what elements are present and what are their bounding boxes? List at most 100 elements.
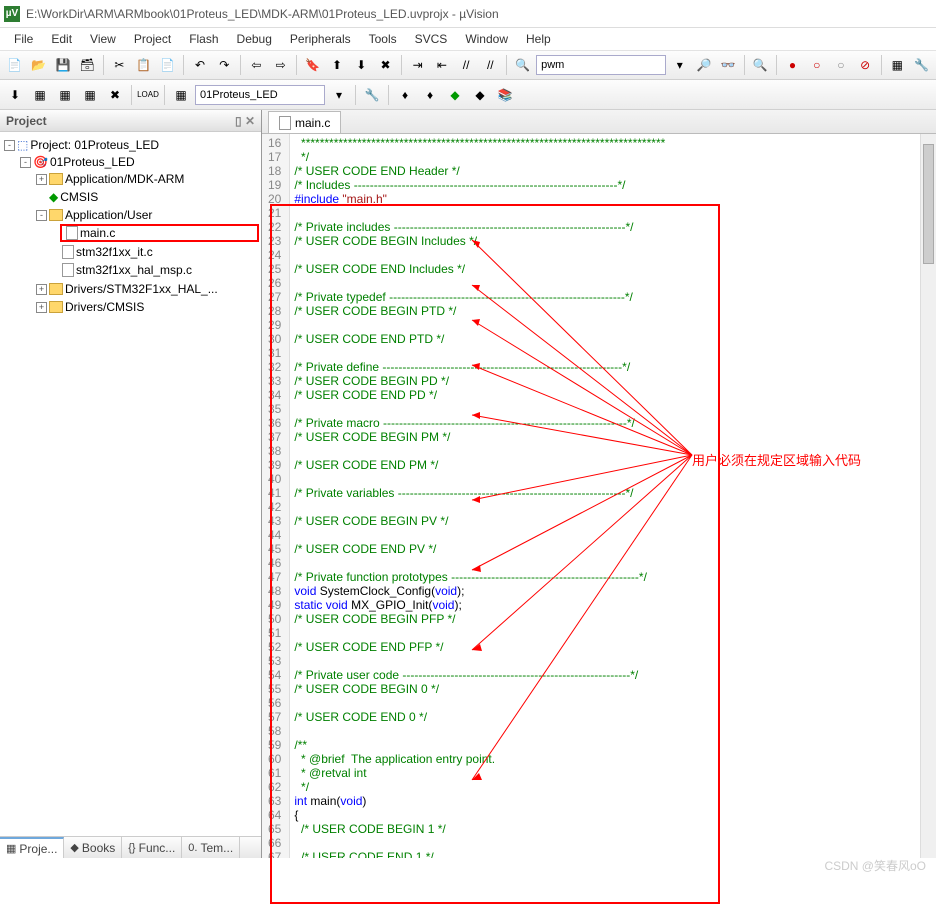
config-button[interactable]: 🔧 bbox=[911, 54, 932, 76]
new-button[interactable]: 📄 bbox=[4, 54, 25, 76]
target-dropdown[interactable]: ▾ bbox=[328, 84, 350, 106]
window-title: E:\WorkDir\ARM\ARMbook\01Proteus_LED\MDK… bbox=[26, 7, 499, 21]
bookmark-clear-button[interactable]: ✖ bbox=[375, 54, 396, 76]
separator bbox=[388, 85, 389, 105]
find-input[interactable] bbox=[536, 55, 666, 75]
paste-button[interactable]: 📄 bbox=[157, 54, 178, 76]
menu-help[interactable]: Help bbox=[518, 30, 559, 48]
tab-templates[interactable]: 0. Tem... bbox=[182, 837, 240, 858]
open-button[interactable]: 📂 bbox=[28, 54, 49, 76]
tab-project[interactable]: ▦ Proje... bbox=[0, 837, 64, 858]
expand-icon[interactable]: - bbox=[20, 157, 31, 168]
debug-button[interactable]: 🔍 bbox=[750, 54, 771, 76]
breakpoint-kill-button[interactable]: ⊘ bbox=[855, 54, 876, 76]
file-icon bbox=[62, 263, 74, 277]
manage-button[interactable]: ♦ bbox=[394, 84, 416, 106]
options-button[interactable]: 🔧 bbox=[361, 84, 383, 106]
menu-debug[interactable]: Debug bbox=[229, 30, 280, 48]
menu-peripherals[interactable]: Peripherals bbox=[282, 30, 359, 48]
vertical-scrollbar[interactable] bbox=[920, 134, 936, 858]
unindent-button[interactable]: ⇤ bbox=[431, 54, 452, 76]
file-icon bbox=[279, 116, 291, 130]
tree-file-it[interactable]: stm32f1xx_it.c bbox=[60, 244, 259, 260]
separator bbox=[776, 55, 777, 75]
group-label: Drivers/CMSIS bbox=[65, 300, 144, 314]
file-label: stm32f1xx_it.c bbox=[76, 245, 153, 259]
breakpoint-disable-button[interactable]: ○ bbox=[830, 54, 851, 76]
bookmark-button[interactable]: 🔖 bbox=[302, 54, 323, 76]
indent-button[interactable]: ⇥ bbox=[407, 54, 428, 76]
expand-icon[interactable]: - bbox=[36, 210, 47, 221]
bookmark-prev-button[interactable]: ⬆ bbox=[326, 54, 347, 76]
tree-file-main[interactable]: main.c bbox=[60, 224, 259, 242]
expand-icon[interactable]: + bbox=[36, 174, 47, 185]
separator bbox=[506, 55, 507, 75]
tree-group-cmsis[interactable]: ◆ CMSIS bbox=[34, 189, 259, 205]
annotation-text: 用户必须在规定区域输入代码 bbox=[692, 450, 861, 469]
save-all-button[interactable]: 🗃 bbox=[77, 54, 98, 76]
build-button[interactable]: ▦ bbox=[29, 84, 51, 106]
tree-group-drivers-cmsis[interactable]: + Drivers/CMSIS bbox=[34, 299, 259, 315]
code-editor[interactable]: 1617181920212223242526272829303132333435… bbox=[262, 134, 936, 858]
books-button[interactable]: 📚 bbox=[494, 84, 516, 106]
breakpoint-enable-button[interactable]: ○ bbox=[806, 54, 827, 76]
folder-icon bbox=[49, 173, 63, 185]
save-button[interactable]: 💾 bbox=[52, 54, 73, 76]
expand-icon[interactable]: - bbox=[4, 140, 15, 151]
redo-button[interactable]: ↷ bbox=[214, 54, 235, 76]
toolbar-build: ⬇ ▦ ▦ ▦ ✖ LOAD ▦ ▾ 🔧 ♦ ♦ ◆ ◆ 📚 bbox=[0, 80, 936, 110]
find-in-files-button[interactable]: 🔎 bbox=[693, 54, 714, 76]
menu-edit[interactable]: Edit bbox=[43, 30, 80, 48]
separator bbox=[881, 55, 882, 75]
menu-tools[interactable]: Tools bbox=[361, 30, 405, 48]
undo-button[interactable]: ↶ bbox=[189, 54, 210, 76]
folder-icon bbox=[49, 301, 63, 313]
expand-icon[interactable]: + bbox=[36, 284, 47, 295]
tree-group-mdkarm[interactable]: + Application/MDK-ARM bbox=[34, 171, 259, 187]
incremental-find-button[interactable]: 👓 bbox=[718, 54, 739, 76]
manage-rte-button[interactable]: ♦ bbox=[419, 84, 441, 106]
cut-button[interactable]: ✂ bbox=[109, 54, 130, 76]
tree-target[interactable]: - 🎯 01Proteus_LED bbox=[18, 154, 259, 170]
stop-build-button[interactable]: ✖ bbox=[104, 84, 126, 106]
target-options-button[interactable]: ▦ bbox=[170, 84, 192, 106]
separator bbox=[103, 55, 104, 75]
tree-file-msp[interactable]: stm32f1xx_hal_msp.c bbox=[60, 262, 259, 278]
menu-window[interactable]: Window bbox=[457, 30, 516, 48]
window-button[interactable]: ▦ bbox=[887, 54, 908, 76]
tree-root[interactable]: - ⬚ Project: 01Proteus_LED bbox=[2, 137, 259, 153]
comment-button[interactable]: // bbox=[455, 54, 476, 76]
menubar: File Edit View Project Flash Debug Perip… bbox=[0, 28, 936, 50]
nav-forward-button[interactable]: ⇨ bbox=[270, 54, 291, 76]
editor-tab-main[interactable]: main.c bbox=[268, 111, 341, 133]
download-button[interactable]: LOAD bbox=[137, 84, 159, 106]
tree-group-user[interactable]: - Application/User bbox=[34, 207, 259, 223]
translate-button[interactable]: ⬇ bbox=[4, 84, 26, 106]
menu-view[interactable]: View bbox=[82, 30, 124, 48]
find-button[interactable]: 🔍 bbox=[512, 54, 533, 76]
menu-project[interactable]: Project bbox=[126, 30, 179, 48]
rebuild-button[interactable]: ▦ bbox=[54, 84, 76, 106]
target-select[interactable] bbox=[195, 85, 325, 105]
tree-group-hal[interactable]: + Drivers/STM32F1xx_HAL_... bbox=[34, 281, 259, 297]
scroll-thumb[interactable] bbox=[923, 144, 934, 264]
copy-button[interactable]: 📋 bbox=[133, 54, 154, 76]
breakpoint-insert-button[interactable]: ● bbox=[782, 54, 803, 76]
bookmark-next-button[interactable]: ⬇ bbox=[351, 54, 372, 76]
menu-svcs[interactable]: SVCS bbox=[407, 30, 456, 48]
pack-installer-button[interactable]: ◆ bbox=[469, 84, 491, 106]
expand-icon[interactable]: + bbox=[36, 302, 47, 313]
nav-back-button[interactable]: ⇦ bbox=[246, 54, 267, 76]
uncomment-button[interactable]: // bbox=[480, 54, 501, 76]
menu-flash[interactable]: Flash bbox=[181, 30, 226, 48]
tab-books[interactable]: ◆ Books bbox=[64, 837, 122, 858]
batch-build-button[interactable]: ▦ bbox=[79, 84, 101, 106]
tab-functions[interactable]: {} Func... bbox=[122, 837, 182, 858]
menu-file[interactable]: File bbox=[6, 30, 41, 48]
select-packs-button[interactable]: ◆ bbox=[444, 84, 466, 106]
app-icon: µV bbox=[4, 6, 20, 22]
project-tree[interactable]: - ⬚ Project: 01Proteus_LED - 🎯 01Proteus… bbox=[0, 132, 261, 836]
find-dropdown[interactable]: ▾ bbox=[669, 54, 690, 76]
editor-tabs: main.c bbox=[262, 110, 936, 134]
code-content[interactable]: ****************************************… bbox=[290, 134, 696, 858]
